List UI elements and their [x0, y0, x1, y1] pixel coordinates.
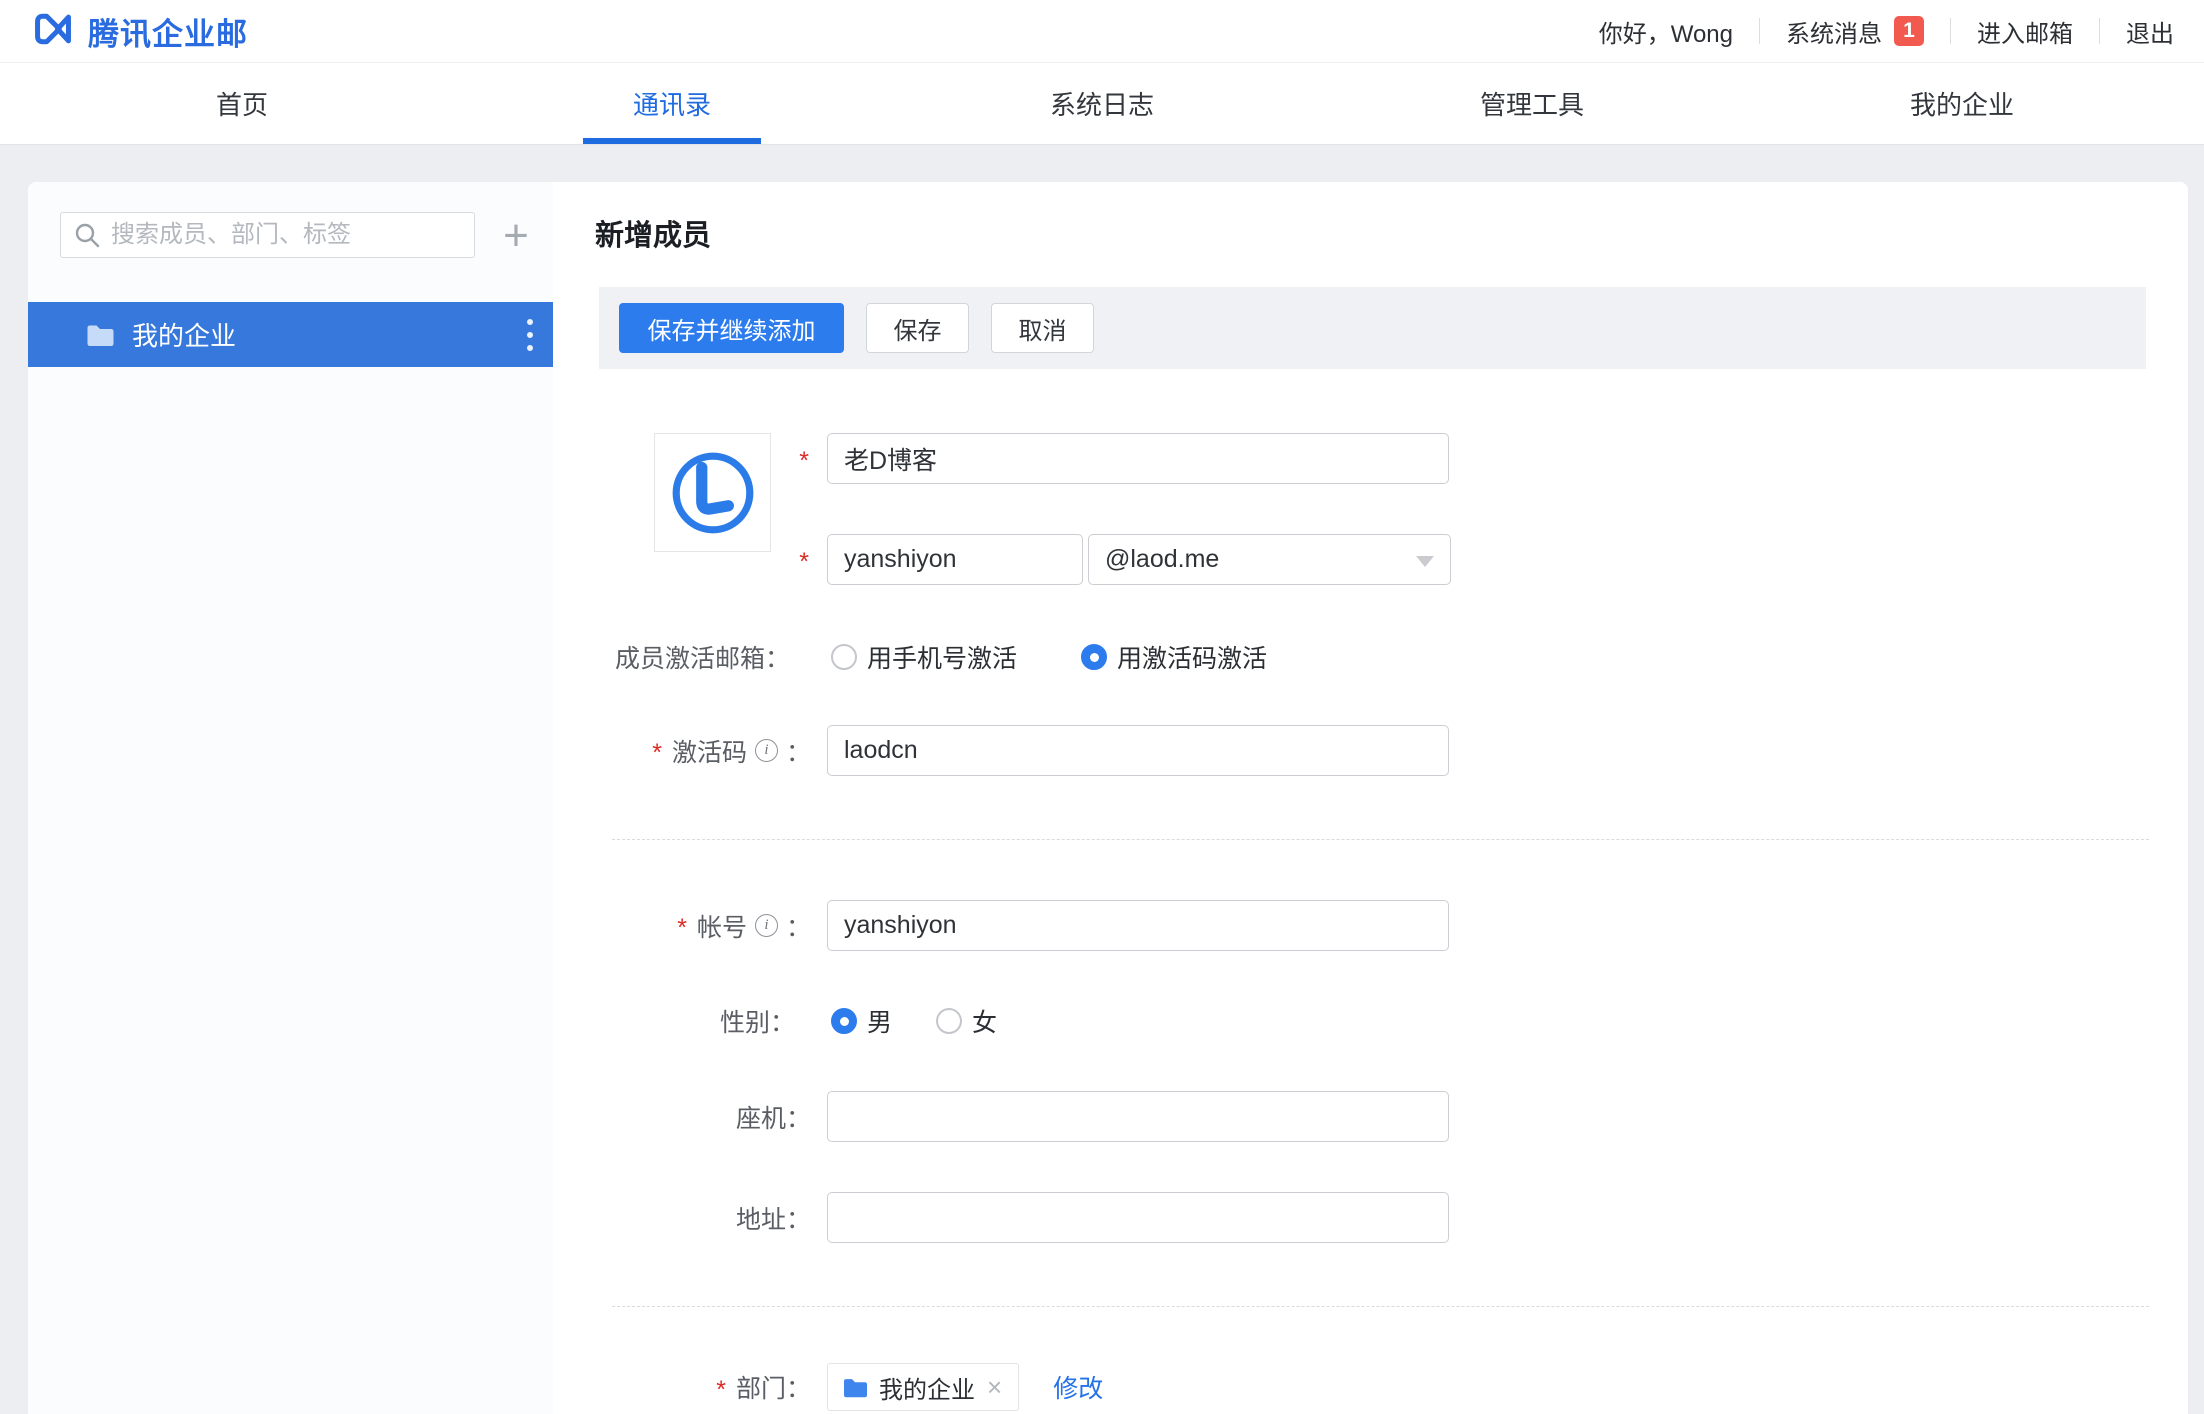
email-row: * @laod.me [553, 534, 1451, 585]
divider [1950, 18, 1951, 44]
tab-admin-tools[interactable]: 管理工具 [1317, 63, 1747, 144]
search-box[interactable] [60, 212, 475, 258]
search-input[interactable] [111, 221, 462, 249]
folder-icon [85, 322, 116, 348]
department-label: 部门： [736, 1369, 811, 1405]
tab-system-log[interactable]: 系统日志 [887, 63, 1317, 144]
required-mark: * [652, 735, 662, 766]
activation-row: 成员激活邮箱： 用手机号激活 用激活码激活 [553, 640, 1267, 674]
system-message-label: 系统消息 [1786, 14, 1882, 49]
colon: ： [786, 908, 811, 944]
account-row: * 帐号 i ： [553, 900, 1449, 951]
folder-icon [842, 1376, 869, 1399]
exmail-logo-icon [30, 9, 76, 54]
section-divider [612, 1306, 2149, 1307]
colon: ： [786, 733, 811, 769]
gender-row: 性别： 男 女 [553, 1005, 997, 1037]
required-mark: * [677, 910, 687, 941]
info-icon[interactable]: i [755, 914, 778, 937]
save-and-continue-button[interactable]: 保存并继续添加 [619, 303, 844, 353]
enter-mailbox-link[interactable]: 进入邮箱 [1977, 14, 2073, 49]
radio-icon [936, 1008, 962, 1034]
sidebar-item-my-company[interactable]: 我的企业 [28, 302, 553, 367]
system-message-link[interactable]: 系统消息 1 [1786, 14, 1924, 49]
info-icon[interactable]: i [755, 739, 778, 762]
radio-label: 男 [867, 1003, 892, 1039]
more-options-icon[interactable] [521, 313, 539, 357]
section-divider [612, 839, 2149, 840]
address-row: 地址： [553, 1192, 1449, 1243]
sidebar-item-label: 我的企业 [132, 316, 236, 353]
radio-label: 用手机号激活 [867, 639, 1017, 675]
radio-label: 女 [972, 1003, 997, 1039]
activation-code-row: * 激活码 i ： [553, 725, 1449, 776]
radio-activate-by-phone[interactable]: 用手机号激活 [831, 639, 1017, 675]
department-row: * 部门： 我的企业 × 修改 [553, 1363, 1103, 1411]
required-mark: * [799, 544, 809, 575]
phone-row: 座机： [553, 1091, 1449, 1142]
account-input[interactable] [827, 900, 1449, 951]
radio-gender-female[interactable]: 女 [936, 1003, 997, 1039]
domain-select[interactable]: @laod.me [1088, 534, 1451, 585]
tab-my-company[interactable]: 我的企业 [1747, 63, 2177, 144]
radio-icon [831, 1008, 857, 1034]
main-nav: 首页 通讯录 系统日志 管理工具 我的企业 [0, 62, 2204, 145]
message-count-badge: 1 [1894, 16, 1924, 46]
add-member-panel: 新增成员 保存并继续添加 保存 取消 * * @laod.me [553, 182, 2188, 1414]
chevron-down-icon [1416, 556, 1434, 567]
brand[interactable]: 腾讯企业邮 [30, 9, 248, 54]
add-icon[interactable]: + [490, 210, 542, 262]
logout-link[interactable]: 退出 [2126, 14, 2174, 49]
tab-home[interactable]: 首页 [27, 63, 457, 144]
account-label: 帐号 [697, 908, 747, 944]
action-toolbar: 保存并继续添加 保存 取消 [599, 287, 2146, 369]
activation-label: 成员激活邮箱： [615, 639, 790, 675]
tab-contacts[interactable]: 通讯录 [457, 63, 887, 144]
activation-code-input[interactable] [827, 725, 1449, 776]
brand-name: 腾讯企业邮 [88, 9, 248, 54]
divider [1759, 18, 1760, 44]
radio-gender-male[interactable]: 男 [831, 1003, 892, 1039]
top-bar-right: 你好，Wong 系统消息 1 进入邮箱 退出 [1599, 14, 2174, 49]
radio-icon [831, 644, 857, 670]
required-mark: * [799, 443, 809, 474]
search-icon [73, 221, 101, 249]
close-icon[interactable]: × [985, 1374, 1004, 1400]
email-account-input[interactable] [827, 534, 1083, 585]
divider [2099, 18, 2100, 44]
department-tag: 我的企业 × [827, 1363, 1019, 1411]
phone-input[interactable] [827, 1091, 1449, 1142]
address-input[interactable] [827, 1192, 1449, 1243]
modify-department-link[interactable]: 修改 [1053, 1369, 1103, 1405]
address-label: 地址： [736, 1200, 811, 1236]
save-button[interactable]: 保存 [866, 303, 969, 353]
radio-label: 用激活码激活 [1117, 639, 1267, 675]
exmail-admin-page: 腾讯企业邮 你好，Wong 系统消息 1 进入邮箱 退出 首页 通讯录 系统日志 [0, 0, 2204, 1414]
phone-label: 座机： [736, 1099, 811, 1135]
cancel-button[interactable]: 取消 [991, 303, 1094, 353]
required-mark: * [716, 1372, 726, 1403]
department-tag-label: 我的企业 [879, 1370, 975, 1405]
top-bar: 腾讯企业邮 你好，Wong 系统消息 1 进入邮箱 退出 [0, 0, 2204, 62]
radio-activate-by-code[interactable]: 用激活码激活 [1081, 639, 1267, 675]
name-row: * [553, 433, 1449, 484]
radio-icon [1081, 644, 1107, 670]
activation-code-label: 激活码 [672, 733, 747, 769]
gender-label: 性别： [720, 1003, 795, 1039]
page-title: 新增成员 [595, 212, 711, 254]
user-greeting: 你好，Wong [1599, 14, 1733, 49]
domain-select-value: @laod.me [1105, 545, 1219, 574]
contacts-sidebar: + 我的企业 [28, 182, 553, 1414]
member-name-input[interactable] [827, 433, 1449, 484]
